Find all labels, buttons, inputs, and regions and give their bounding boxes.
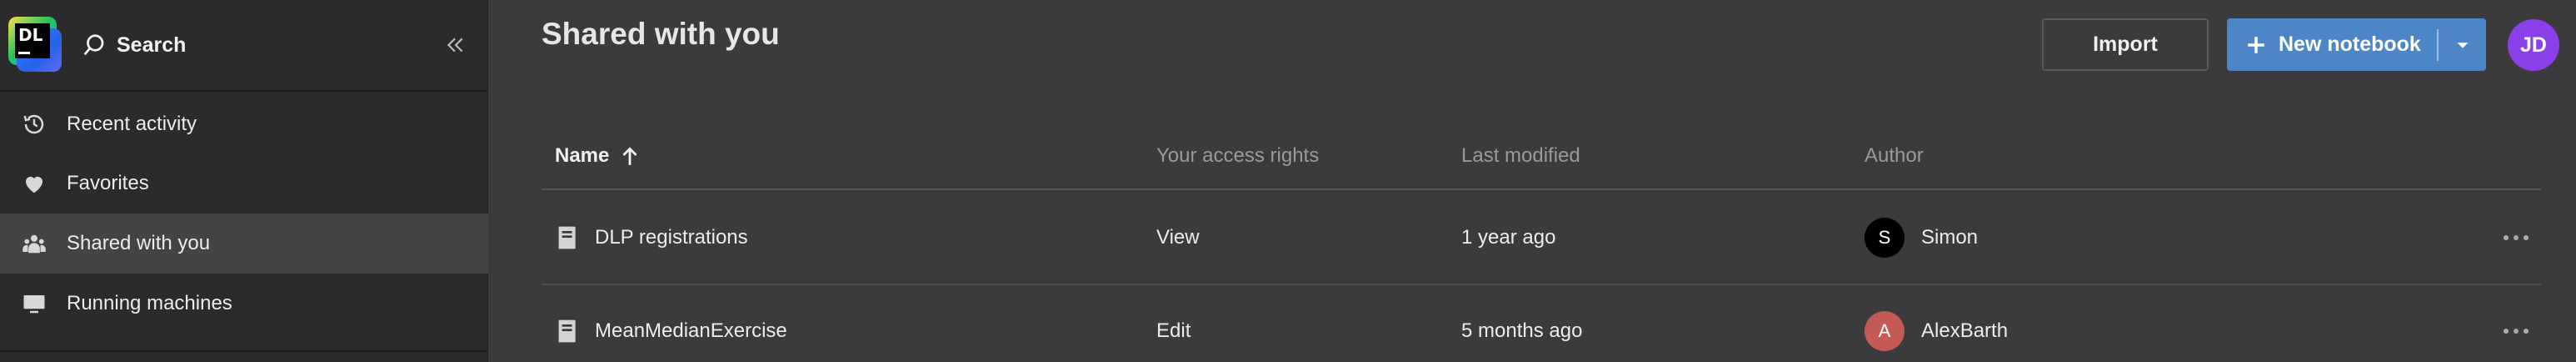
sidebar: DL Search Recent activity Favorites Shar… (0, 0, 488, 362)
sidebar-header: DL Search (0, 0, 487, 92)
sidebar-item-shared-with-you[interactable]: Shared with you (0, 214, 488, 274)
people-icon (22, 234, 46, 254)
last-modified-cell: 5 months ago (1461, 319, 1583, 342)
page-title: Shared with you (542, 17, 780, 51)
search-label: Search (117, 33, 187, 57)
new-notebook-label: New notebook (2279, 33, 2421, 56)
new-notebook-dropdown-button[interactable] (2439, 18, 2486, 71)
row-more-options-button[interactable] (2499, 314, 2533, 348)
table-row[interactable]: DLP registrations View 1 year ago S Simo… (542, 192, 2541, 285)
user-avatar[interactable]: JD (2508, 19, 2559, 71)
sidebar-item-label: Running machines (67, 292, 232, 314)
caret-down-icon (2457, 42, 2468, 48)
author-cell: A AlexBarth (1865, 285, 2008, 362)
ellipsis-icon (2504, 329, 2529, 334)
sort-ascending-arrow-icon (622, 147, 637, 165)
last-modified-cell: 1 year ago (1461, 226, 1556, 249)
sidebar-item-running-machines[interactable]: Running machines (0, 274, 488, 334)
new-notebook-button-group: New notebook (2227, 18, 2486, 71)
logo-text: DL (18, 25, 43, 45)
author-avatar: A (1865, 311, 1905, 351)
column-header-name[interactable]: Name (555, 122, 639, 190)
notebook-name[interactable]: DLP registrations (595, 226, 748, 249)
app-logo[interactable]: DL (8, 17, 62, 72)
notebook-name-cell: DLP registrations (555, 192, 748, 284)
column-header-access[interactable]: Your access rights (1156, 122, 1319, 190)
history-icon (23, 114, 44, 134)
notebook-name[interactable]: MeanMedianExercise (595, 319, 787, 343)
search-icon (83, 34, 104, 56)
column-header-modified[interactable]: Last modified (1461, 122, 1580, 190)
notebook-name-cell: MeanMedianExercise (555, 285, 787, 362)
access-rights-cell: Edit (1156, 319, 1191, 342)
sidebar-item-label: Favorites (67, 172, 149, 194)
double-chevron-left-icon (447, 38, 463, 53)
table-row[interactable]: MeanMedianExercise Edit 5 months ago A A… (542, 285, 2541, 362)
collapse-sidebar-button[interactable] (440, 28, 470, 62)
new-notebook-button[interactable]: New notebook (2227, 18, 2437, 71)
search-button[interactable]: Search (82, 25, 186, 65)
sidebar-divider (0, 350, 488, 352)
sidebar-item-recent-activity[interactable]: Recent activity (0, 94, 488, 154)
plus-icon (2248, 36, 2264, 53)
import-button[interactable]: Import (2042, 18, 2209, 71)
sidebar-item-label: Recent activity (67, 113, 197, 135)
access-rights-cell: View (1156, 226, 1200, 249)
notebook-icon (558, 226, 576, 249)
column-header-label: Name (555, 144, 610, 167)
column-header-author[interactable]: Author (1865, 122, 1924, 190)
heart-icon (26, 176, 42, 194)
author-name: Simon (1921, 226, 1979, 249)
sidebar-item-label: Shared with you (67, 232, 211, 254)
notebook-icon (558, 319, 576, 343)
author-cell: S Simon (1865, 192, 1978, 284)
ellipsis-icon (2504, 235, 2529, 240)
author-avatar: S (1865, 218, 1905, 258)
table-header: Name Your access rights Last modified Au… (542, 122, 2541, 190)
author-name: AlexBarth (1921, 319, 2009, 342)
row-more-options-button[interactable] (2499, 221, 2533, 254)
sidebar-item-favorites[interactable]: Favorites (0, 153, 488, 214)
monitor-icon (23, 295, 45, 314)
